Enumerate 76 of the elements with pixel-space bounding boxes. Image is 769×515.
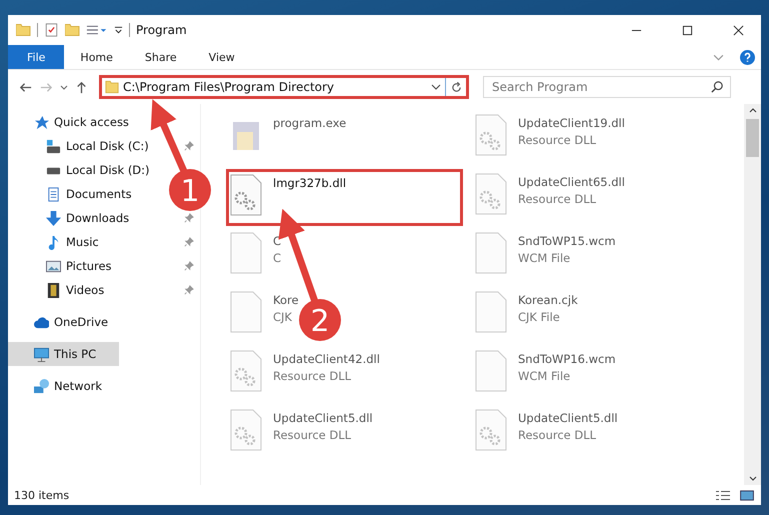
sidebar-icon [34,314,49,330]
file-item[interactable]: UpdateClient65.dll Resource DLL [471,169,625,219]
file-icon [229,350,263,392]
sidebar-icon [34,378,49,394]
help-icon[interactable] [740,50,755,64]
file-item[interactable]: UpdateClient19.dll Resource DLL [471,110,625,160]
scroll-down-icon[interactable] [748,476,756,481]
search-icon [711,81,723,93]
file-item[interactable]: UpdateClient42.dll Resource DLL [226,346,380,396]
sidebar-icon [46,210,61,226]
sidebar-icon [34,114,49,130]
file-item[interactable]: UpdateClient5.dll Resource DLL [471,405,618,455]
sidebar-icon [46,258,61,274]
sidebar-item[interactable]: Music [8,230,103,254]
sidebar-item[interactable]: Quick access [8,110,133,134]
step-badge: 1 [169,169,211,211]
ribbon-tab[interactable]: File [8,45,64,69]
list-icon[interactable] [86,25,108,35]
scroll-up-icon[interactable] [748,108,756,113]
pin-icon[interactable] [184,141,194,151]
file-icon [474,173,508,215]
sidebar-icon [46,138,61,154]
file-icon [474,114,508,156]
sidebar-item[interactable]: Documents [8,182,136,206]
dropdown-caret-icon[interactable] [431,84,441,90]
file-icon [474,291,508,333]
dropdown-caret-icon[interactable] [60,84,68,90]
file-item[interactable]: lmgr327b.dll [226,169,463,226]
ribbon-tab[interactable]: Share [128,45,193,69]
file-icon [229,232,263,274]
maximize-icon[interactable] [682,24,693,36]
sidebar-icon [34,346,49,362]
file-item[interactable]: SndToWP15.wcm WCM File [471,228,616,278]
file-icon [474,350,508,392]
sidebar-item[interactable]: Videos [8,278,108,302]
file-item[interactable]: Kore CJK [226,287,299,337]
file-item[interactable]: Korean.cjk CJK File [471,287,578,337]
properties-icon[interactable] [44,23,59,37]
step-badge: 2 [299,299,341,341]
file-icon [474,409,508,451]
search-field[interactable]: Search Program [483,76,731,98]
sidebar-item[interactable]: This PC [8,342,119,366]
ribbon-tab[interactable]: View [192,45,251,69]
caret-icon[interactable] [114,26,123,34]
window-title: Program [136,23,187,37]
file-icon [229,174,263,216]
pin-icon[interactable] [184,261,194,271]
thumbnail-view-icon[interactable] [739,490,755,500]
address-bar[interactable]: C:\Program Files\Program Directory [99,75,469,99]
close-icon[interactable] [733,24,744,36]
file-icon [229,409,263,451]
chevron-icon[interactable] [713,54,724,60]
file-icon [229,291,263,333]
refresh-icon[interactable] [450,80,463,94]
details-view-icon[interactable] [715,490,731,500]
sidebar-item[interactable]: OneDrive [8,310,112,334]
sidebar-icon [46,186,61,202]
sidebar-item[interactable]: Local Disk (D:) [8,158,154,182]
sidebar-item[interactable]: Local Disk (C:) [8,134,153,158]
pin-icon[interactable] [184,285,194,295]
file-item[interactable]: program.exe [226,110,346,160]
file-item[interactable]: UpdateClient5.dll Resource DLL [226,405,373,455]
sidebar-icon [46,282,61,298]
folder-icon [105,80,119,94]
file-item[interactable]: SndToWP16.wcm WCM File [471,346,616,396]
sidebar-icon [46,234,61,250]
address-path: C:\Program Files\Program Directory [123,80,336,94]
sidebar-item[interactable]: Pictures [8,254,116,278]
scrollbar-thumb[interactable] [746,119,759,157]
file-icon [474,232,508,274]
sidebar-item[interactable]: Downloads [8,206,134,230]
pin-icon[interactable] [184,213,194,223]
sidebar-item[interactable]: Network [8,374,106,398]
ribbon-tab[interactable]: Home [64,45,129,69]
pin-icon[interactable] [184,237,194,247]
item-count: 130 items [14,488,70,502]
